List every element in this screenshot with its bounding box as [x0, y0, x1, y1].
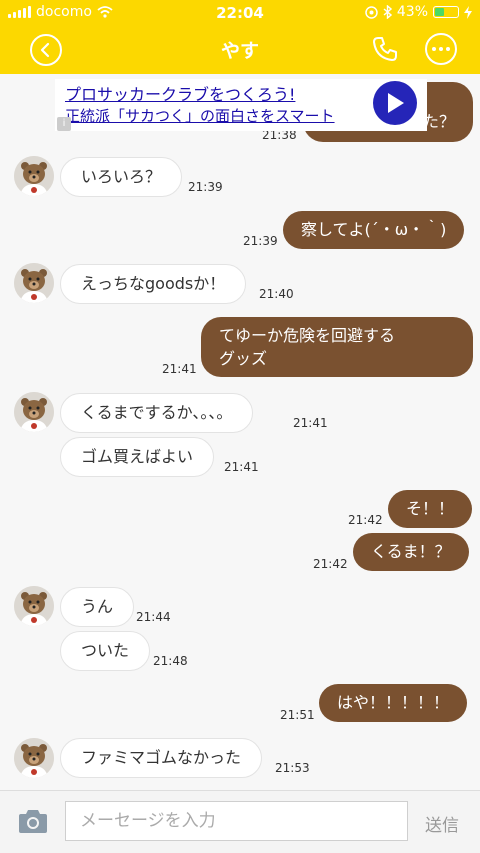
outgoing-message-bubble: てゆーか危険を回避する グッズ: [201, 317, 473, 377]
message-time: 21:41: [224, 460, 259, 474]
play-icon: [388, 93, 404, 113]
message-time: 21:53: [275, 761, 310, 775]
message-time: 21:44: [136, 610, 171, 624]
incoming-message-bubble: うん: [60, 587, 135, 627]
message-time: 21:51: [280, 708, 315, 722]
status-right-group: 43%: [365, 4, 472, 20]
chat-title: やす: [220, 40, 259, 62]
message-text: ファミマゴムなかった: [81, 748, 242, 767]
message-time: 21:40: [259, 287, 294, 301]
outgoing-message-bubble: はや！！！！！: [319, 684, 468, 722]
message-text: うん: [81, 597, 114, 616]
ad-play-button[interactable]: [373, 81, 417, 125]
message-input-bar: 送信: [0, 790, 480, 853]
incoming-message-bubble: くるまでするか、。、。: [60, 393, 254, 433]
incoming-message-bubble: えっちなgoodsか！: [60, 264, 247, 304]
contact-avatar[interactable]: [14, 263, 54, 303]
message-time: 21:41: [293, 416, 328, 430]
message-text: えっちなgoodsか！: [81, 274, 226, 293]
outgoing-message-bubble: 察してよ(´・ω・｀): [283, 211, 465, 249]
incoming-message-bubble: ファミマゴムなかった: [60, 738, 263, 778]
message-time: 21:48: [153, 654, 188, 668]
battery-icon: [433, 6, 459, 18]
camera-icon[interactable]: [17, 809, 49, 835]
message-time: 21:39: [243, 234, 278, 248]
message-time: 21:42: [313, 557, 348, 571]
contact-avatar[interactable]: [14, 738, 54, 778]
more-dots-icon: [432, 47, 450, 51]
incoming-message-bubble: いろいろ？: [60, 157, 183, 197]
incoming-message-bubble: ついた: [60, 631, 151, 671]
location-lock-icon: [365, 5, 378, 19]
ad-info-icon[interactable]: i: [57, 117, 71, 131]
message-input[interactable]: [65, 801, 408, 841]
contact-avatar[interactable]: [14, 392, 54, 432]
message-text: 察してよ(´・ω・｀): [301, 220, 447, 239]
contact-avatar[interactable]: [14, 156, 54, 196]
message-text: くるまでするか、。、。: [81, 403, 233, 422]
bluetooth-icon: [383, 5, 392, 19]
ad-description[interactable]: 正統派「サカつく」の面白さをスマート: [65, 105, 335, 126]
message-text: いろいろ？: [81, 167, 162, 186]
more-options-button[interactable]: [425, 33, 457, 65]
phone-call-button[interactable]: [372, 36, 398, 62]
message-text: ついた: [81, 641, 130, 660]
message-text-line: グッズ: [219, 349, 268, 368]
message-text: くるま！？: [371, 542, 451, 561]
contact-avatar[interactable]: [14, 586, 54, 626]
outgoing-message-bubble: そ！！: [388, 490, 473, 528]
chat-header: やす: [0, 26, 480, 74]
message-text: た？: [422, 112, 455, 131]
battery-percent: 43%: [396, 4, 428, 20]
message-text: ゴム買えばよい: [81, 447, 194, 466]
ad-headline[interactable]: プロサッカークラブをつくろう!: [65, 81, 295, 105]
incoming-message-bubble: ゴム買えばよい: [60, 437, 215, 477]
charging-icon: [464, 5, 472, 19]
send-button[interactable]: 送信: [425, 811, 459, 836]
outgoing-message-bubble: くるま！？: [353, 533, 469, 571]
message-text-line: てゆーか危険を回避する: [219, 326, 396, 345]
status-bar: docomo 22:04 43%: [0, 0, 480, 26]
message-text: はや！！！！！: [337, 693, 450, 712]
message-time: 21:41: [162, 362, 197, 376]
ad-banner[interactable]: プロサッカークラブをつくろう! 正統派「サカつく」の面白さをスマート i: [55, 79, 427, 131]
message-text: そ！！: [406, 499, 455, 518]
message-time: 21:39: [188, 180, 223, 194]
message-time: 21:42: [348, 513, 383, 527]
